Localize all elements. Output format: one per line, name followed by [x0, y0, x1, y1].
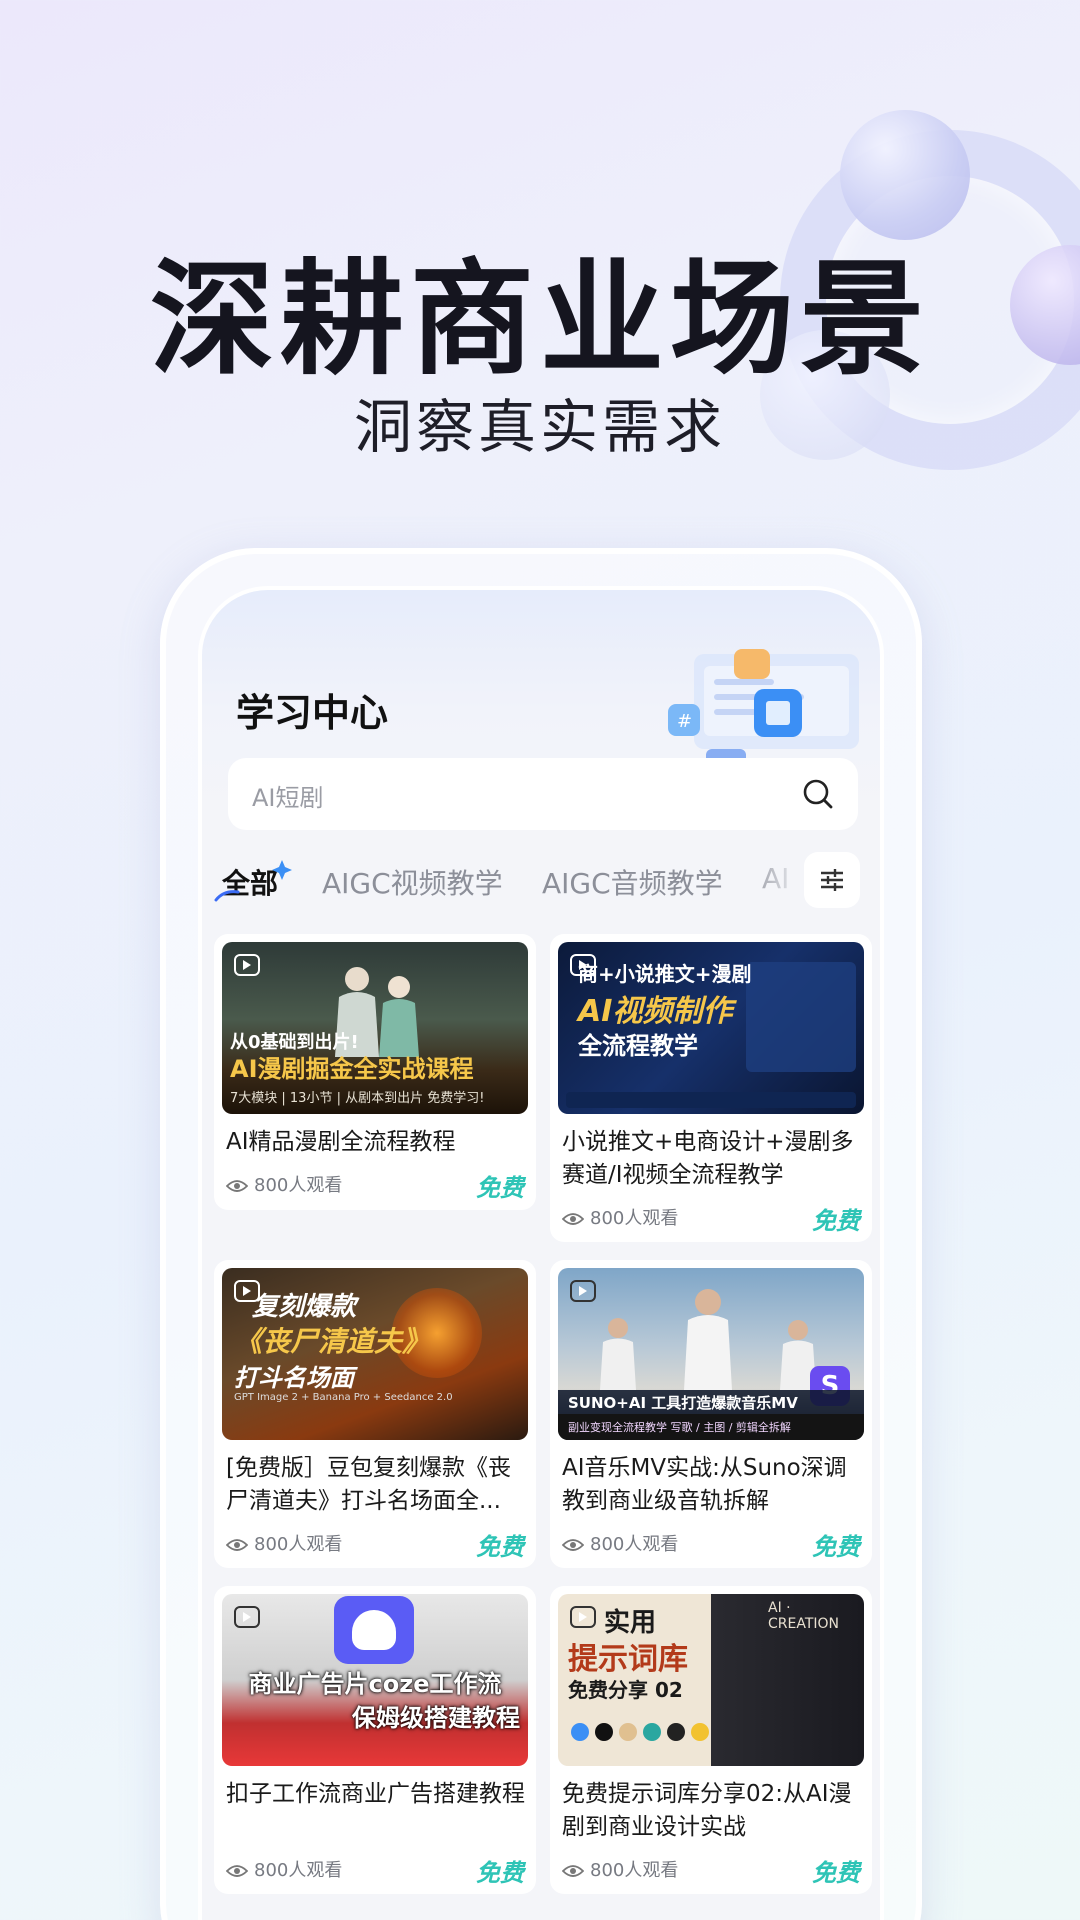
- course-thumbnail: 复刻爆款 《丧尸清道夫》 打斗名场面 GPT Image 2 + Banana …: [222, 1268, 528, 1440]
- thumbnail-headline: AI视频制作: [578, 994, 733, 1029]
- course-title: 免费提示词库分享02:从AI漫剧到商业设计实战: [562, 1781, 852, 1840]
- eye-icon: [562, 1539, 584, 1551]
- thumbnail-subtitle: AI · CREATION: [768, 1600, 840, 1632]
- tab-fade: [744, 856, 804, 906]
- eye-icon: [562, 1213, 584, 1225]
- thumbnail-line: 复刻爆款: [252, 1292, 357, 1322]
- video-icon: [570, 1606, 596, 1628]
- free-badge: 免费: [476, 1174, 524, 1202]
- tab-aigc-video[interactable]: AIGC视频教学: [322, 862, 503, 902]
- thumbnail-headline: 商业广告片coze工作流: [248, 1670, 502, 1698]
- view-count: 800人观看: [226, 1171, 342, 1197]
- thumbnail-headline: 《丧尸清道夫》: [234, 1325, 431, 1358]
- view-count: 800人观看: [226, 1530, 342, 1556]
- course-thumbnail: S SUNO+AI 工具打造爆款音乐MV 副业变现全流程教学 写歌 / 主图 /…: [558, 1268, 864, 1440]
- sliders-icon: [821, 869, 843, 891]
- ai-tool-icons: [571, 1723, 709, 1741]
- search-icon[interactable]: [800, 776, 836, 812]
- course-title: AI精品漫剧全流程教程: [226, 1129, 456, 1155]
- free-badge: 免费: [812, 1859, 860, 1887]
- hero-title: 深耕商业场景: [149, 248, 930, 392]
- tab-aigc-audio[interactable]: AIGC音频教学: [542, 862, 723, 902]
- thumbnail-line: 打斗名场面: [234, 1364, 354, 1392]
- thumbnail-line: 保姆级搭建教程: [352, 1704, 520, 1732]
- course-thumbnail: 实用 提示词库 免费分享 02 AI · CREATION: [558, 1594, 864, 1766]
- view-count: 800人观看: [562, 1856, 678, 1882]
- hero-subtitle: 洞察真实需求: [353, 393, 726, 461]
- course-card[interactable]: 从0基础到出片! AI漫剧掘金全实战课程 7大模块 | 13小节 | 从剧本到出…: [214, 934, 536, 1210]
- category-tabs: 全部 AIGC视频教学 AIGC音频教学 AI: [214, 856, 804, 906]
- thumbnail-line: 商+小说推文+漫剧: [578, 962, 752, 986]
- thumbnail-headline: 从0基础到出片! AI漫剧掘金全实战课程: [230, 1032, 474, 1083]
- thumbnail-line: 全流程教学: [578, 1032, 698, 1060]
- eye-icon: [226, 1539, 248, 1551]
- course-thumbnail: 商业广告片coze工作流 保姆级搭建教程: [222, 1594, 528, 1766]
- active-tab-sparkle-icon: [214, 860, 292, 902]
- course-title: [免费版］豆包复刻爆款《丧尸清道夫》打斗名场面全...: [226, 1455, 511, 1514]
- view-count: 800人观看: [226, 1856, 342, 1882]
- thumbnail-banner: SUNO+AI 工具打造爆款音乐MV: [558, 1390, 864, 1414]
- eye-icon: [562, 1865, 584, 1877]
- free-badge: 免费: [476, 1859, 524, 1887]
- thumbnail-subtitle: 7大模块 | 13小节 | 从剧本到出片 免费学习!: [230, 1091, 485, 1106]
- video-icon: [570, 1280, 596, 1302]
- course-thumbnail: 商+小说推文+漫剧 AI视频制作 全流程教学: [558, 942, 864, 1114]
- app-screen: # 学习中心 AI短剧 全部 AIGC视频教学 AIGC音频教学 AI: [198, 586, 884, 1920]
- free-badge: 免费: [476, 1533, 524, 1561]
- course-card[interactable]: S SUNO+AI 工具打造爆款音乐MV 副业变现全流程教学 写歌 / 主图 /…: [550, 1260, 872, 1568]
- course-title: AI音乐MV实战:从Suno深调教到商业级音轨拆解: [562, 1455, 847, 1514]
- band-illustration: [600, 1289, 816, 1390]
- view-count: 800人观看: [562, 1204, 678, 1230]
- coze-logo-icon: [334, 1596, 414, 1664]
- svg-text:#: #: [677, 711, 692, 732]
- free-badge: 免费: [812, 1533, 860, 1561]
- course-card[interactable]: 实用 提示词库 免费分享 02 AI · CREATION 免费提示词库分享02…: [550, 1586, 872, 1894]
- thumbnail-footer: [566, 1092, 856, 1108]
- course-title: 扣子工作流商业广告搭建教程: [226, 1781, 525, 1807]
- thumbnail-footer: 副业变现全流程教学 写歌 / 主图 / 剪辑全拆解: [558, 1414, 864, 1440]
- thumbnail-subtitle: GPT Image 2 + Banana Pro + Seedance 2.0: [234, 1392, 453, 1403]
- page-title: 学习中心: [236, 691, 389, 735]
- video-icon: [234, 954, 260, 976]
- thumbnail-line: 免费分享 02: [568, 1678, 683, 1702]
- learning-illustration: #: [668, 649, 859, 769]
- filter-button[interactable]: [804, 852, 860, 908]
- course-card[interactable]: 商+小说推文+漫剧 AI视频制作 全流程教学 小说推文+电商设计+漫剧多赛道/I…: [550, 934, 872, 1242]
- screen-mockup: [746, 962, 856, 1072]
- view-count: 800人观看: [562, 1530, 678, 1556]
- eye-icon: [226, 1180, 248, 1192]
- search-bar[interactable]: AI短剧: [228, 758, 858, 830]
- eye-icon: [226, 1865, 248, 1877]
- course-card[interactable]: 复刻爆款 《丧尸清道夫》 打斗名场面 GPT Image 2 + Banana …: [214, 1260, 536, 1568]
- video-icon: [234, 1606, 260, 1628]
- course-card[interactable]: 商业广告片coze工作流 保姆级搭建教程 扣子工作流商业广告搭建教程 800人观…: [214, 1586, 536, 1894]
- course-thumbnail: 从0基础到出片! AI漫剧掘金全实战课程 7大模块 | 13小节 | 从剧本到出…: [222, 942, 528, 1114]
- search-input[interactable]: AI短剧: [252, 778, 324, 813]
- free-badge: 免费: [812, 1207, 860, 1235]
- thumbnail-headline: 提示词库: [568, 1642, 688, 1677]
- course-title: 小说推文+电商设计+漫剧多赛道/I视频全流程教学: [562, 1129, 854, 1188]
